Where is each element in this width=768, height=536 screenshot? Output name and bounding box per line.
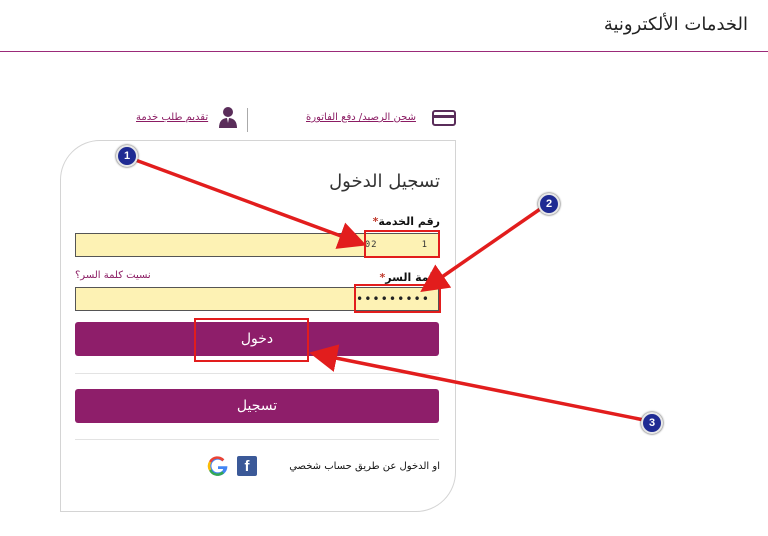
annotation-badge-2: 2 (538, 193, 560, 215)
facebook-icon[interactable]: f (237, 456, 257, 476)
login-title: تسجيل الدخول (329, 171, 440, 192)
annotation-badge-3: 3 (641, 412, 663, 434)
header-divider (0, 51, 768, 52)
service-request-link[interactable]: تقديم طلب خدمة (136, 112, 208, 123)
forgot-password-link[interactable]: نسيت كلمة السر؟ (75, 270, 151, 281)
toplinks-separator (247, 108, 248, 132)
google-icon[interactable] (207, 455, 229, 481)
divider (75, 373, 439, 374)
divider (75, 439, 439, 440)
password-label: كلمة السر* (380, 271, 440, 284)
highlight-login-button (194, 318, 309, 362)
service-number-label: رقم الخدمة* (373, 215, 440, 228)
password-label-text: كلمة السر (385, 271, 440, 284)
highlight-service-number (364, 230, 440, 258)
service-number-label-text: رقم الخدمة (378, 215, 440, 228)
user-icon[interactable] (218, 106, 238, 131)
highlight-password (354, 284, 441, 313)
social-login-text: او الدخول عن طريق حساب شخصي (289, 461, 440, 472)
top-links: شحن الرصيد/ دفع الفاتورة تقديم طلب خدمة (0, 107, 768, 132)
register-button[interactable]: تسجيل (75, 389, 439, 423)
annotation-badge-1: 1 (116, 145, 138, 167)
page-title: الخدمات الألكترونية (603, 14, 748, 35)
recharge-link[interactable]: شحن الرصيد/ دفع الفاتورة (306, 112, 416, 123)
credit-card-icon[interactable] (432, 110, 456, 129)
